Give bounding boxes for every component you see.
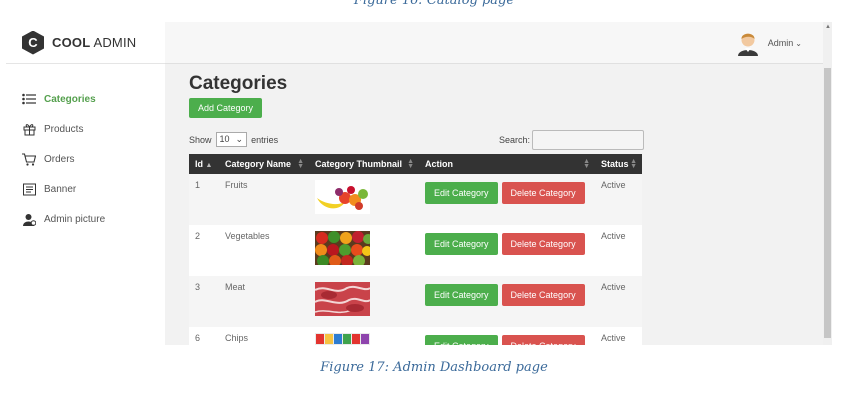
add-category-button[interactable]: Add Category [189, 98, 263, 118]
column-label: Action [425, 159, 453, 169]
sort-icon: ▲ ▼ [407, 158, 414, 170]
main-content: Categories Add Category Show 10 ⌄ entrie… [189, 72, 644, 345]
sidebar-item-label: Admin picture [44, 213, 106, 225]
edit-category-button[interactable]: Edit Category [425, 233, 498, 255]
top-header: Admin ⌄ [165, 22, 832, 64]
column-header-status[interactable]: Status ▲ ▼ [595, 154, 642, 174]
categories-table: Id ▲ Category Name ▲ ▼ Category Thumbnail ▲… [189, 154, 642, 345]
list-icon [22, 92, 36, 106]
chips-thumbnail-image [315, 333, 370, 345]
sidebar: C COOL ADMIN Categories Products Orders … [6, 22, 165, 345]
avatar [737, 33, 758, 56]
sort-asc-icon: ▲ [205, 162, 213, 169]
scrollbar-thumb[interactable] [824, 68, 831, 338]
cell-status: Active [595, 225, 642, 276]
column-header-action[interactable]: Action ▲ ▼ [419, 154, 595, 174]
column-label: Id [195, 159, 203, 169]
column-label: Status [601, 159, 629, 169]
column-label: Category Thumbnail [315, 159, 403, 169]
top-figure-caption: Figure 16: Catalog page [353, 0, 515, 8]
edit-category-button[interactable]: Edit Category [425, 182, 498, 204]
logo-hexagon-icon: C [22, 30, 44, 55]
scroll-up-arrow-icon[interactable]: ▲ [825, 24, 831, 30]
fruits-thumbnail-image [315, 180, 370, 214]
sidebar-item-orders[interactable]: Orders [6, 144, 165, 174]
sort-icon: ▲ ▼ [583, 158, 590, 170]
cell-name: Fruits [219, 174, 309, 225]
column-header-id[interactable]: Id ▲ [189, 154, 219, 174]
sidebar-item-banner[interactable]: Banner [6, 174, 165, 204]
user-icon [22, 212, 36, 226]
table-search: Search: [499, 130, 644, 150]
show-label: Show [189, 134, 212, 145]
brand-light-text: ADMIN [93, 35, 137, 50]
cell-id: 3 [189, 276, 219, 327]
column-label: Category Name [225, 159, 292, 169]
column-header-name[interactable]: Category Name ▲ ▼ [219, 154, 309, 174]
cell-name: Chips [219, 327, 309, 345]
table-toolbar: Show 10 ⌄ entries Search: [189, 130, 644, 152]
table-row: 2 Vegetables Edit Category Delete Categor… [189, 225, 642, 276]
gift-icon [22, 122, 36, 136]
cart-icon [22, 152, 36, 166]
sidebar-item-admin-picture[interactable]: Admin picture [6, 204, 165, 234]
cell-actions: Edit CategoryDelete Category [419, 327, 595, 345]
scrollbar[interactable]: ▲ [823, 22, 832, 345]
vegetables-thumbnail-image [315, 231, 370, 265]
sidebar-menu: Categories Products Orders Banner Admin … [6, 84, 165, 234]
cell-actions: Edit CategoryDelete Category [419, 225, 595, 276]
sidebar-item-label: Categories [44, 93, 96, 105]
figure-caption: Figure 17: Admin Dashboard page [320, 360, 548, 375]
edit-category-button[interactable]: Edit Category [425, 335, 498, 345]
sidebar-item-label: Orders [44, 153, 75, 165]
edit-category-button[interactable]: Edit Category [425, 284, 498, 306]
delete-category-button[interactable]: Delete Category [501, 182, 585, 204]
entries-label: entries [251, 134, 279, 145]
search-input[interactable] [532, 130, 644, 150]
cell-id: 6 [189, 327, 219, 345]
delete-category-button[interactable]: Delete Category [501, 335, 585, 345]
brand-bold-text: COOL [52, 35, 91, 50]
cell-status: Active [595, 276, 642, 327]
table-row: 3 Meat Edit Category Delete Category Act… [189, 276, 642, 327]
entries-length-control: Show 10 ⌄ entries [189, 132, 278, 147]
banner-icon [22, 182, 36, 196]
entries-select-value: 10 [219, 134, 230, 144]
admin-username: Admin [767, 38, 794, 48]
table-row: 1 Fruits Edit Category Delete Category A… [189, 174, 642, 225]
cell-status: Active [595, 174, 642, 225]
delete-category-button[interactable]: Delete Category [501, 284, 585, 306]
chevron-down-icon: ⌄ [795, 38, 802, 48]
cell-status: Active [595, 327, 642, 345]
meat-thumbnail-image [315, 282, 370, 316]
table-row: 6 Chips Edit CategoryDelete Category A [189, 327, 642, 345]
cell-id: 1 [189, 174, 219, 225]
cell-actions: Edit CategoryDelete Category [419, 174, 595, 225]
sidebar-item-label: Products [44, 123, 84, 135]
brand-name: COOL ADMIN [52, 35, 136, 50]
cell-name: Meat [219, 276, 309, 327]
delete-category-button[interactable]: Delete Category [501, 233, 585, 255]
search-label: Search: [498, 135, 530, 145]
cell-actions: Edit CategoryDelete Category [419, 276, 595, 327]
entries-select[interactable]: 10 ⌄ [215, 132, 248, 147]
admin-screenshot: C COOL ADMIN Categories Products Orders … [6, 22, 832, 345]
cell-thumbnail [309, 327, 419, 345]
column-header-thumbnail[interactable]: Category Thumbnail ▲ ▼ [309, 154, 419, 174]
page-title: Categories [189, 73, 288, 94]
table-header-row: Id ▲ Category Name ▲ ▼ Category Thumbnail ▲… [189, 154, 642, 174]
admin-user-menu[interactable]: Admin ⌄ [736, 30, 802, 56]
cell-thumbnail [309, 276, 419, 327]
chevron-down-icon: ⌄ [235, 134, 244, 144]
sort-icon: ▲ ▼ [630, 158, 637, 170]
cell-thumbnail [309, 174, 419, 225]
sort-icon: ▲ ▼ [297, 158, 304, 170]
sidebar-item-products[interactable]: Products [6, 114, 165, 144]
brand-logo[interactable]: C COOL ADMIN [6, 22, 165, 64]
cell-thumbnail [309, 225, 419, 276]
cell-name: Vegetables [219, 225, 309, 276]
sidebar-item-categories[interactable]: Categories [6, 84, 165, 114]
sidebar-item-label: Banner [44, 183, 77, 195]
cell-id: 2 [189, 225, 219, 276]
